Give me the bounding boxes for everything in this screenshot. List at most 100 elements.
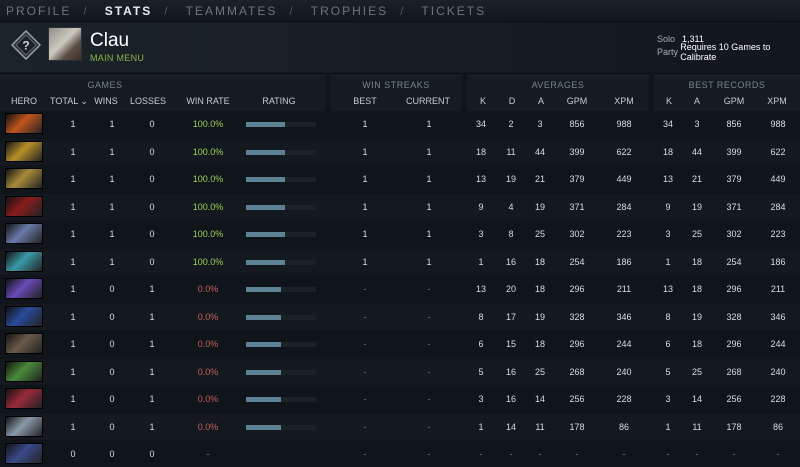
hero-icon-9[interactable] — [5, 333, 43, 354]
cell-streak-current: - — [427, 366, 431, 377]
col-streak-best[interactable]: BEST — [353, 96, 377, 106]
cell-streak-best: 1 — [362, 119, 368, 129]
avatar[interactable] — [48, 27, 82, 61]
table-row[interactable]: 1 1 0 100.0% 1 1 13 19 21 379 449 13 21 379 449 — [0, 166, 800, 192]
table-row[interactable]: 1 0 1 0.0% - - 6 15 18 296 244 6 18 296 244 — [0, 331, 800, 357]
cell-streak-best: - — [363, 421, 367, 432]
nav-separator: / — [164, 3, 170, 18]
tab-tickets[interactable]: TICKETS — [415, 4, 486, 18]
col-best-xpm[interactable]: XPM — [767, 96, 787, 106]
hero-icon-6[interactable] — [5, 250, 43, 272]
col-total[interactable]: TOTAL ⌄ — [50, 96, 88, 107]
cell-wins: 1 — [109, 229, 115, 239]
cell-wins: 1 — [109, 201, 115, 212]
cell-win-rate: 0.0% — [197, 311, 219, 322]
table-row[interactable]: 1 0 1 0.0% - - 8 17 19 328 346 8 19 328 346 — [0, 304, 800, 330]
table-row[interactable]: 1 0 1 0.0% - - 5 16 25 268 240 5 25 268 240 — [0, 359, 800, 385]
cell-avg-k: 1 — [478, 421, 484, 432]
cell-wins: 0 — [109, 421, 115, 432]
col-wins[interactable]: WINS — [94, 96, 118, 106]
tab-profile[interactable]: PROFILE — [0, 4, 71, 18]
col-avg-a[interactable]: A — [538, 96, 544, 106]
table-row[interactable]: 1 0 1 0.0% - - 13 20 18 296 211 13 18 296 211 — [0, 276, 800, 302]
hero-icon-13[interactable] — [5, 443, 43, 464]
cell-wins: 1 — [109, 146, 115, 157]
cell-total: 1 — [70, 256, 76, 267]
col-streak-current[interactable]: CURRENT — [406, 96, 450, 106]
tab-teammates[interactable]: TEAMMATES — [180, 4, 278, 18]
hero-icon-3[interactable] — [5, 168, 43, 189]
cell-avg-d: 11 — [506, 146, 516, 157]
col-best-a[interactable]: A — [694, 96, 700, 106]
table-row[interactable]: 1 1 0 100.0% 1 1 18 11 44 399 622 18 44 399 622 — [0, 139, 800, 165]
col-avg-gpm[interactable]: GPM — [567, 96, 588, 106]
rating-bar-fill — [246, 369, 281, 375]
table-row[interactable]: 1 0 1 0.0% - - 3 16 14 256 228 3 14 256 228 — [0, 386, 800, 412]
cell-losses: 1 — [149, 311, 155, 322]
tab-stats[interactable]: STATS — [99, 4, 153, 18]
cell-losses: 1 — [149, 339, 155, 349]
col-losses[interactable]: LOSSES — [130, 96, 166, 106]
table-row[interactable]: 1 1 0 100.0% 1 1 9 4 19 371 284 9 19 371 284 — [0, 194, 800, 220]
rating-bar — [246, 204, 316, 210]
rank-badge-icon[interactable]: ? — [11, 30, 41, 60]
col-avg-k[interactable]: K — [480, 96, 486, 106]
cell-streak-best: 1 — [362, 256, 368, 267]
hero-icon-10[interactable] — [5, 360, 43, 382]
cell-best-xpm: 346 — [770, 311, 786, 322]
col-win-rate[interactable]: WIN RATE — [186, 96, 229, 106]
hero-icon-8[interactable] — [5, 305, 43, 327]
cell-best-a: 21 — [691, 174, 703, 184]
cell-avg-a: 19 — [534, 201, 546, 212]
cell-avg-xpm: 86 — [618, 421, 630, 432]
cell-best-xpm: 186 — [770, 256, 786, 267]
cell-avg-d: 19 — [505, 174, 517, 184]
cell-best-k: 6 — [665, 339, 671, 349]
hero-icon-5[interactable] — [5, 223, 43, 244]
best-records-group-title: BEST RECORDS — [688, 80, 766, 90]
hero-icon-4[interactable] — [5, 195, 43, 217]
cell-wins: 1 — [109, 119, 115, 129]
cell-streak-current: 1 — [426, 119, 432, 129]
cell-losses: 1 — [149, 284, 155, 294]
player-name: Clau — [90, 30, 130, 51]
col-rating[interactable]: RATING — [262, 96, 295, 106]
table-row[interactable]: 1 0 1 0.0% - -1 14 11 178 86 1 11 178 86 — [0, 414, 800, 440]
player-header: ? Clau MAIN MENU Solo 1,311 Party Requir… — [0, 22, 800, 72]
rating-bar-fill — [246, 149, 285, 155]
cell-avg-d: 4 — [508, 201, 514, 212]
rating-bar-fill — [246, 122, 285, 127]
hero-icon-1[interactable] — [5, 113, 43, 134]
col-avg-d[interactable]: D — [509, 96, 516, 106]
col-hero[interactable]: HERO — [11, 96, 37, 106]
nav-separator: / — [289, 3, 295, 18]
col-best-k[interactable]: K — [666, 96, 672, 106]
table-row[interactable]: 1 1 0 100.0% 1 1 3 8 25 302 223 3 25 302 223 — [0, 221, 800, 247]
cell-streak-current: 1 — [426, 229, 432, 239]
table-row[interactable]: 1 1 0 100.0% 1 1 1 16 18 254 186 1 18 254 186 — [0, 249, 800, 275]
tab-trophies[interactable]: TROPHIES — [305, 4, 388, 18]
cell-avg-xpm: 186 — [616, 256, 632, 267]
table-row[interactable]: 0 0 0 - - - - - - - - - - - - — [0, 441, 800, 467]
col-best-gpm[interactable]: GPM — [724, 96, 745, 106]
hero-icon-11[interactable] — [5, 388, 43, 409]
cell-streak-current: - — [427, 339, 431, 349]
cell-losses: 0 — [149, 146, 155, 157]
rating-bar-fill — [246, 204, 285, 210]
col-avg-xpm[interactable]: XPM — [614, 96, 634, 106]
hero-icon-12[interactable] — [5, 415, 43, 437]
cell-best-gpm: - — [732, 449, 736, 459]
cell-best-k: 1 — [665, 256, 671, 267]
hero-icon-2[interactable] — [5, 140, 43, 162]
rating-bar — [246, 369, 316, 375]
cell-streak-best: 1 — [362, 146, 368, 157]
cell-avg-gpm: 302 — [569, 229, 585, 239]
rating-bar — [246, 232, 316, 237]
averages-group-title: AVERAGES — [531, 80, 585, 90]
table-row[interactable]: 1 1 0 100.0% 1 1 34 2 3 856 988 34 3 856 988 — [0, 111, 800, 137]
cell-streak-current: 1 — [426, 146, 432, 157]
rating-bar — [246, 287, 316, 292]
rating-bar — [246, 122, 316, 127]
mmr-box: Solo 1,311 Party Requires 10 Games to Ca… — [657, 32, 800, 62]
hero-icon-7[interactable] — [5, 278, 43, 299]
